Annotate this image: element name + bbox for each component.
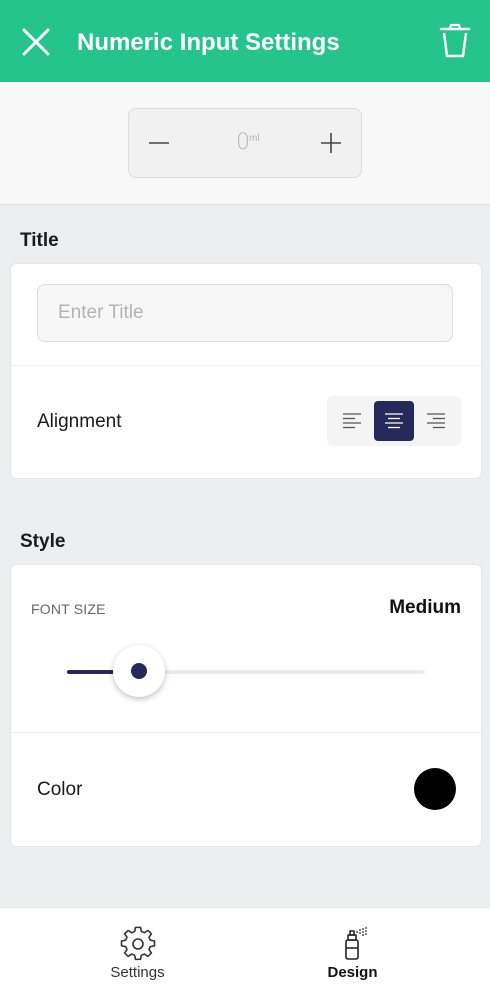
- font-size-value: Medium: [389, 597, 461, 618]
- nav-label-settings: Settings: [110, 964, 165, 981]
- close-button[interactable]: [20, 26, 52, 58]
- divider: [11, 365, 481, 366]
- nav-label-design: Design: [327, 964, 378, 981]
- align-center-icon: [385, 413, 403, 429]
- minus-icon: [149, 142, 169, 144]
- nav-item-settings[interactable]: Settings: [15, 908, 260, 1001]
- align-right-icon: [427, 413, 445, 429]
- stepper-value: 0: [236, 130, 250, 155]
- slider-thumb-dot: [130, 663, 147, 679]
- alignment-selector: [327, 396, 461, 446]
- align-center-button[interactable]: [374, 401, 414, 441]
- delete-button[interactable]: [438, 22, 472, 60]
- alignment-label: Alignment: [37, 411, 122, 432]
- title-card: Alignment: [10, 263, 482, 479]
- align-right-button[interactable]: [416, 401, 456, 441]
- app-header: Numeric Input Settings: [0, 0, 490, 82]
- stepper-unit: ml: [249, 133, 260, 144]
- trash-icon: [439, 23, 471, 58]
- widget-preview: 0 ml: [0, 82, 490, 205]
- divider: [11, 732, 481, 733]
- color-label: Color: [37, 779, 83, 800]
- align-left-button[interactable]: [332, 401, 372, 441]
- plus-icon: [321, 133, 341, 153]
- bottom-nav: Settings Design: [0, 907, 490, 1001]
- numeric-stepper-preview: 0 ml: [128, 108, 362, 178]
- gear-icon: [120, 926, 155, 961]
- slider-thumb[interactable]: [112, 645, 165, 697]
- font-size-label: FONT SIZE: [31, 601, 106, 617]
- title-input[interactable]: [37, 284, 453, 342]
- page-title: Numeric Input Settings: [77, 29, 340, 56]
- style-card: FONT SIZE Medium Color: [10, 564, 482, 847]
- title-section-heading: Title: [20, 230, 59, 251]
- style-section-heading: Style: [20, 531, 66, 552]
- paint-spray-icon: [344, 927, 367, 960]
- close-icon: [22, 28, 50, 56]
- align-left-icon: [343, 413, 361, 429]
- increment-button[interactable]: [319, 131, 343, 155]
- nav-item-design[interactable]: Design: [230, 908, 475, 1001]
- color-swatch[interactable]: [414, 768, 456, 810]
- decrement-button[interactable]: [147, 131, 171, 155]
